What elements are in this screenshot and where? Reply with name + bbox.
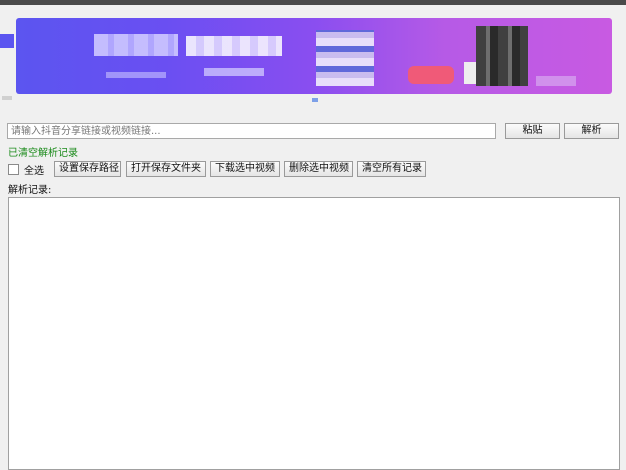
window-titlebar (0, 0, 626, 5)
banner-graphic (94, 34, 178, 56)
select-all-checkbox[interactable]: 全选 (8, 162, 44, 177)
banner-graphic (186, 36, 282, 56)
delete-selected-button[interactable]: 删除选中视频 (284, 161, 353, 177)
banner-graphic (316, 30, 374, 86)
parse-button[interactable]: 解析 (564, 123, 619, 139)
status-message: 已清空解析记录 (8, 148, 78, 159)
clear-all-records-button[interactable]: 清空所有记录 (357, 161, 426, 177)
select-all-label: 全选 (24, 166, 44, 177)
set-save-path-button[interactable]: 设置保存路径 (54, 161, 121, 177)
log-label: 解析记录: (8, 185, 52, 196)
open-save-folder-button[interactable]: 打开保存文件夹 (126, 161, 206, 177)
banner-artifact (2, 96, 12, 100)
url-input[interactable] (7, 123, 496, 139)
paste-button[interactable]: 粘贴 (505, 123, 560, 139)
banner-artifact (0, 34, 14, 48)
banner-graphic (106, 72, 166, 78)
banner-graphic (408, 66, 454, 84)
download-selected-button[interactable]: 下载选中视频 (210, 161, 280, 177)
banner-graphic (204, 68, 264, 76)
checkbox-box[interactable] (8, 164, 19, 175)
banner-graphic (536, 76, 576, 86)
log-list[interactable] (8, 197, 620, 470)
banner-qr-graphic (476, 26, 528, 86)
banner-image (16, 18, 612, 94)
banner-artifact (312, 98, 318, 102)
